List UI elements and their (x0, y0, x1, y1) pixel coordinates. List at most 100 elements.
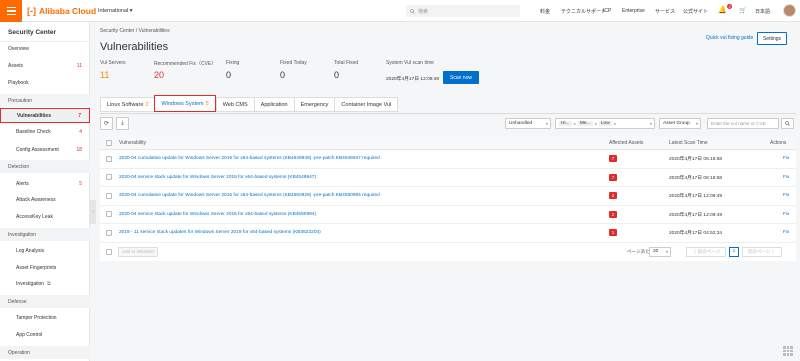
main-content: Security Center / Vulnerabilities Vulner… (96, 22, 800, 361)
affected-assets-badge[interactable]: 2 (609, 206, 617, 224)
brand-logo[interactable]: [-] Alibaba Cloud (27, 6, 96, 16)
menu-icon[interactable] (0, 0, 22, 22)
nav-services[interactable]: サービス (655, 8, 675, 15)
apps-grid-icon[interactable] (783, 346, 793, 356)
row-checkbox[interactable] (106, 150, 112, 168)
close-icon: × (594, 121, 597, 126)
page-size-select[interactable]: 20 ▾ (649, 246, 671, 257)
affected-assets-badge[interactable]: 1 (609, 224, 617, 242)
vulnerability-link[interactable]: 2020-04 cumulative update for Windows Se… (119, 150, 380, 168)
chevron-left-icon: ‹ (92, 209, 94, 215)
vulnerability-link[interactable]: 2020-04 service stack update for Windows… (119, 169, 316, 187)
sidebar-item-config-assessment[interactable]: Config Assessment 18 (0, 143, 90, 157)
prev-page-button[interactable]: 〈 前のページ (686, 246, 726, 257)
tab-emergency[interactable]: Emergency (293, 97, 335, 112)
user-avatar[interactable] (783, 4, 796, 17)
sidebar-section-defense: Defense (0, 295, 90, 308)
sidebar-item-tamper-protection[interactable]: Tamper Protection (0, 311, 90, 325)
count-badge: 18 (76, 147, 82, 153)
row-checkbox[interactable] (106, 224, 112, 242)
stat-value-recommended-fix[interactable]: 20 (154, 70, 164, 80)
vulnerability-link[interactable]: 2020-04 cumulative update for Windows Se… (119, 187, 380, 205)
tab-application[interactable]: Application (253, 97, 294, 112)
table-toolbar: ⟳ ⤓ Unhandled ▾ Hi... × Me... × Low × ▾ Asse… (100, 117, 796, 133)
select-all-checkbox[interactable] (106, 136, 112, 149)
stat-label-fixed-today: Fixed Today (280, 60, 307, 66)
page-number-button[interactable]: 1 (729, 246, 739, 257)
row-checkbox[interactable] (106, 187, 112, 205)
download-icon[interactable]: ⤓ (116, 117, 129, 130)
bell-icon[interactable]: 🔔 (718, 6, 727, 14)
vulnerability-link[interactable]: 2020-04 service stack update for Windows… (119, 206, 316, 224)
row-checkbox[interactable] (106, 206, 112, 224)
affected-assets-badge[interactable]: 2 (609, 187, 617, 205)
nav-enterprise[interactable]: Enterprise (622, 8, 645, 14)
vuln-type-tabs: Linux Software 2 Windows System 5 Web CMS … (100, 95, 399, 113)
tab-container-image-vul[interactable]: Container Image Vul (334, 97, 399, 112)
asset-group-select[interactable]: Asset Group ▾ (659, 118, 701, 129)
stat-value-total-fixed[interactable]: 0 (334, 70, 339, 80)
sidebar-item-investigation[interactable]: Investigation ⧉ (0, 277, 90, 291)
global-search-input[interactable]: 検索 (406, 5, 520, 17)
row-checkbox[interactable] (106, 169, 112, 187)
search-icon (410, 8, 415, 14)
sidebar-item-baseline-check[interactable]: Baseline Check 4 (0, 125, 90, 139)
add-to-whitelist-button[interactable]: Add to Whitelist (118, 246, 158, 257)
affected-assets-badge[interactable]: 7 (609, 150, 617, 168)
sidebar-item-alerts[interactable]: Alerts 5 (0, 177, 90, 191)
fix-link[interactable]: Fix (783, 224, 789, 242)
sidebar-item-overview[interactable]: Overview (0, 42, 90, 56)
sidebar-item-log-analysis[interactable]: Log Analysis (0, 244, 90, 258)
refresh-icon[interactable]: ⟳ (100, 117, 113, 130)
sidebar-title: Security Center (8, 29, 57, 36)
header-actions: Actions (770, 139, 787, 146)
affected-assets-badge[interactable]: 7 (609, 169, 617, 187)
status-filter-select[interactable]: Unhandled ▾ (505, 118, 551, 129)
sidebar-item-asset-fingerprints[interactable]: Asset Fingerprints (0, 261, 90, 275)
settings-button[interactable]: Settings (757, 32, 787, 45)
table-row: 2020-04 cumulative update for Windows Se… (100, 187, 796, 206)
count-badge: 7 (78, 112, 81, 119)
count-badge: 11 (76, 63, 82, 69)
stat-value-fixed-today[interactable]: 0 (280, 70, 285, 80)
nav-support[interactable]: テクニカルサポート (561, 8, 606, 15)
tab-windows-system[interactable]: Windows System 5 (154, 95, 216, 112)
sidebar-item-vulnerabilities[interactable]: Vulnerabilities 7 (0, 108, 90, 123)
stat-value-vul-servers[interactable]: 11 (100, 70, 109, 80)
table-header: Vulnerability Affected Assets Latest Sca… (100, 136, 796, 150)
table-footer: Add to Whitelist ページあたりの表示 20 ▾ 〈 前のページ 1… (100, 242, 796, 261)
cart-icon[interactable]: 🛒 (739, 7, 746, 14)
priority-filter-select[interactable]: Hi... × Me... × Low × ▾ (555, 118, 655, 129)
next-page-button[interactable]: 次のページ 〉 (742, 246, 782, 257)
alibaba-cloud-logo-icon: [-] (27, 6, 36, 16)
scan-now-button[interactable]: Scan now (443, 71, 479, 84)
footer-select-all-checkbox[interactable] (106, 243, 112, 261)
fix-link[interactable]: Fix (783, 150, 789, 168)
priority-tag-medium[interactable]: Me... (577, 121, 593, 126)
vuln-search-input[interactable]: Enter the vul name or CVE (707, 118, 779, 129)
search-icon[interactable] (781, 118, 794, 129)
language-selector[interactable]: 日本語 (755, 8, 770, 15)
nav-pricing[interactable]: 料金 (540, 8, 550, 15)
tab-linux-software[interactable]: Linux Software 2 (100, 97, 155, 112)
fix-link[interactable]: Fix (783, 187, 789, 205)
count-badge: 4 (79, 129, 82, 135)
stat-value-fixing[interactable]: 0 (226, 70, 231, 80)
quick-fix-guide-link[interactable]: Quick vul fixing guide (706, 35, 753, 41)
tab-web-cms[interactable]: Web CMS (215, 97, 254, 112)
sidebar-item-attack-awareness[interactable]: Attack Awareness (0, 193, 90, 207)
sidebar-item-assets[interactable]: Assets 11 (0, 59, 90, 73)
priority-tag-high[interactable]: Hi... (559, 121, 572, 126)
sidebar-item-playbook[interactable]: Playbook (0, 76, 90, 90)
sidebar-item-app-control[interactable]: App Control (0, 328, 90, 342)
region-selector[interactable]: International ▾ (98, 8, 133, 14)
vulnerability-link[interactable]: 2019 - 11 service stack updates for Wind… (119, 224, 321, 242)
scan-time-label: System Vul scan time (386, 60, 434, 66)
fix-link[interactable]: Fix (783, 169, 789, 187)
fix-link[interactable]: Fix (783, 206, 789, 224)
table-row: 2020-04 service stack update for Windows… (100, 205, 796, 224)
priority-tag-low[interactable]: Low (598, 121, 612, 126)
nav-icp[interactable]: ICP (603, 8, 611, 14)
sidebar-item-accesskey-leak[interactable]: AccessKey Leak (0, 210, 90, 224)
nav-official-site[interactable]: 公式サイト (683, 8, 708, 15)
